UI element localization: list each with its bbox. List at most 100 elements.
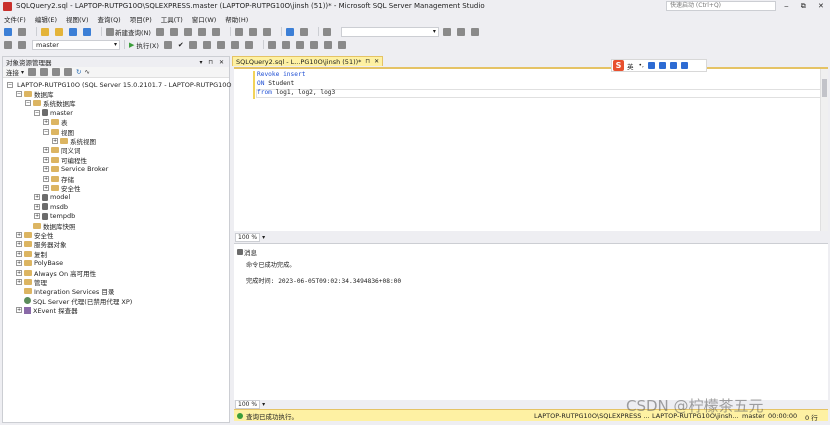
expand-icon[interactable]: + xyxy=(43,147,49,154)
new-query-button[interactable]: 新建查询(N) xyxy=(106,27,151,37)
punctuation-icon[interactable]: •, xyxy=(639,62,644,69)
tree-node[interactable]: 数据库快照 xyxy=(3,221,229,231)
save-button[interactable] xyxy=(69,27,78,36)
parse-button[interactable]: ✔ xyxy=(178,41,184,49)
mdx-button[interactable] xyxy=(169,27,179,36)
activity-icon[interactable]: ∿ xyxy=(84,68,89,76)
tree-node[interactable]: + Service Broker xyxy=(3,165,229,174)
menu-edit[interactable]: 编辑(E) xyxy=(35,14,57,24)
expand-icon[interactable]: + xyxy=(43,156,49,163)
tree-node[interactable]: Integration Services 目录 xyxy=(3,287,229,296)
dmx-button[interactable] xyxy=(183,27,193,36)
expand-icon[interactable]: + xyxy=(43,175,49,182)
connect-dropdown-icon[interactable]: ▾ xyxy=(21,69,24,76)
tab-sqlquery2[interactable]: SQLQuery2.sql - L...PG10O\jinsh (51))* ⊓… xyxy=(232,56,384,66)
results-zoom-select[interactable]: 100 % xyxy=(235,400,261,409)
connect-plug-icon[interactable] xyxy=(28,68,37,76)
menu-tools[interactable]: 工具(T) xyxy=(161,14,183,24)
query-editor[interactable]: Revoke insert ON Student from log1, log2, … xyxy=(234,67,828,231)
redo-button[interactable] xyxy=(299,27,309,36)
results-zoom-dropdown-icon[interactable]: ▾ xyxy=(262,401,265,408)
window-layout-button[interactable] xyxy=(470,27,480,36)
collapse-icon[interactable]: − xyxy=(7,81,13,88)
indent-button[interactable] xyxy=(295,40,305,49)
expand-icon[interactable]: + xyxy=(43,119,49,126)
tab-close-icon[interactable]: ✕ xyxy=(374,58,379,65)
expand-icon[interactable]: + xyxy=(16,231,22,238)
tree-node[interactable]: − 系统数据库 xyxy=(3,99,229,108)
new-project-button[interactable] xyxy=(41,27,50,36)
tree-node[interactable]: + 可编程性 xyxy=(3,155,229,165)
disconnect-icon[interactable] xyxy=(40,68,49,76)
comment-button[interactable] xyxy=(267,40,277,49)
collapse-icon[interactable]: − xyxy=(25,100,31,107)
microphone-icon[interactable] xyxy=(647,62,655,69)
menu-help[interactable]: 帮助(H) xyxy=(225,14,248,24)
keyboard-icon[interactable] xyxy=(658,62,666,69)
menu-project[interactable]: 项目(P) xyxy=(130,14,152,24)
tree-node[interactable]: + 同义词 xyxy=(3,146,229,155)
plan-button[interactable] xyxy=(216,40,226,49)
tree-node[interactable]: + XEvent 探查器 xyxy=(3,305,229,315)
tree-node[interactable]: − 视图 xyxy=(3,127,229,137)
expand-icon[interactable]: + xyxy=(16,250,22,257)
expand-icon[interactable]: + xyxy=(16,260,22,267)
tree-node[interactable]: + 安全性 xyxy=(3,230,229,240)
execute-button[interactable]: ▶ 执行(X) xyxy=(129,40,159,50)
messages-tab[interactable]: 消息 xyxy=(237,247,257,257)
ime-language-mode[interactable]: 英 xyxy=(627,61,634,71)
expand-icon[interactable]: + xyxy=(43,166,49,173)
search-combo[interactable] xyxy=(340,26,439,37)
tree-node[interactable]: − LAPTOP-RUTPG10O (SQL Server 15.0.2101.7… xyxy=(3,80,232,89)
collapse-icon[interactable]: − xyxy=(34,109,40,116)
collapse-icon[interactable]: − xyxy=(43,128,49,135)
paste-button[interactable] xyxy=(262,27,272,36)
change-connection-button[interactable] xyxy=(4,40,13,49)
menu-query[interactable]: 查询(Q) xyxy=(98,14,121,24)
results-to-grid-button[interactable] xyxy=(202,40,212,49)
restore-button[interactable]: ⧉ xyxy=(801,2,806,11)
stop-refresh-icon[interactable] xyxy=(52,68,61,76)
expand-icon[interactable]: + xyxy=(34,203,40,210)
expand-icon[interactable]: + xyxy=(16,241,22,248)
filter-icon[interactable] xyxy=(64,68,73,76)
expand-icon[interactable]: + xyxy=(16,307,22,314)
close-button[interactable]: ✕ xyxy=(818,2,824,10)
quick-launch-input[interactable]: 快速启动 (Ctrl+Q) xyxy=(666,1,776,11)
expand-icon[interactable]: + xyxy=(52,138,58,145)
outdent-button[interactable] xyxy=(309,40,319,49)
tree-node[interactable]: − 数据库 xyxy=(3,89,229,99)
dax-button[interactable] xyxy=(211,27,221,36)
expand-icon[interactable]: + xyxy=(16,269,22,276)
tree-node[interactable]: − master xyxy=(3,108,229,117)
tree-node[interactable]: + PolyBase xyxy=(3,258,229,267)
filter-button[interactable] xyxy=(18,40,27,49)
panel-controls[interactable]: ▾ ⊓ ✕ xyxy=(199,59,226,66)
intellisense-button[interactable] xyxy=(230,40,240,49)
zoom-dropdown-icon[interactable]: ▾ xyxy=(262,234,265,241)
toolbox-icon[interactable] xyxy=(680,62,688,69)
tree-node[interactable]: + msdb xyxy=(3,202,229,211)
undo-button[interactable] xyxy=(285,27,295,36)
find-button[interactable] xyxy=(322,27,332,36)
copy-button[interactable] xyxy=(248,27,258,36)
expand-icon[interactable]: + xyxy=(34,194,40,201)
forward-button[interactable] xyxy=(18,27,27,36)
query-options-button[interactable] xyxy=(244,40,254,49)
xmla-button[interactable] xyxy=(197,27,207,36)
tab-pin-icon[interactable]: ⊓ xyxy=(365,58,370,65)
tree-node[interactable]: + 表 xyxy=(3,118,229,127)
properties-button[interactable] xyxy=(442,27,452,36)
tree-node[interactable]: + 存储 xyxy=(3,174,229,184)
results-to-text-button[interactable] xyxy=(188,40,198,49)
tree-node[interactable]: SQL Server 代理(已禁用代理 XP) xyxy=(3,296,229,306)
tree-node[interactable]: + 复制 xyxy=(3,249,229,259)
menu-file[interactable]: 文件(F) xyxy=(4,14,26,24)
back-button[interactable] xyxy=(4,27,13,36)
ime-toolbar[interactable]: S 英 •, xyxy=(611,59,707,72)
uncomment-button[interactable] xyxy=(281,40,291,49)
tree-node[interactable]: + 安全性 xyxy=(3,183,229,193)
tree-node[interactable]: + 管理 xyxy=(3,277,229,287)
toolbar-options-button[interactable] xyxy=(337,40,347,49)
minimize-button[interactable]: ‒ xyxy=(784,2,788,10)
